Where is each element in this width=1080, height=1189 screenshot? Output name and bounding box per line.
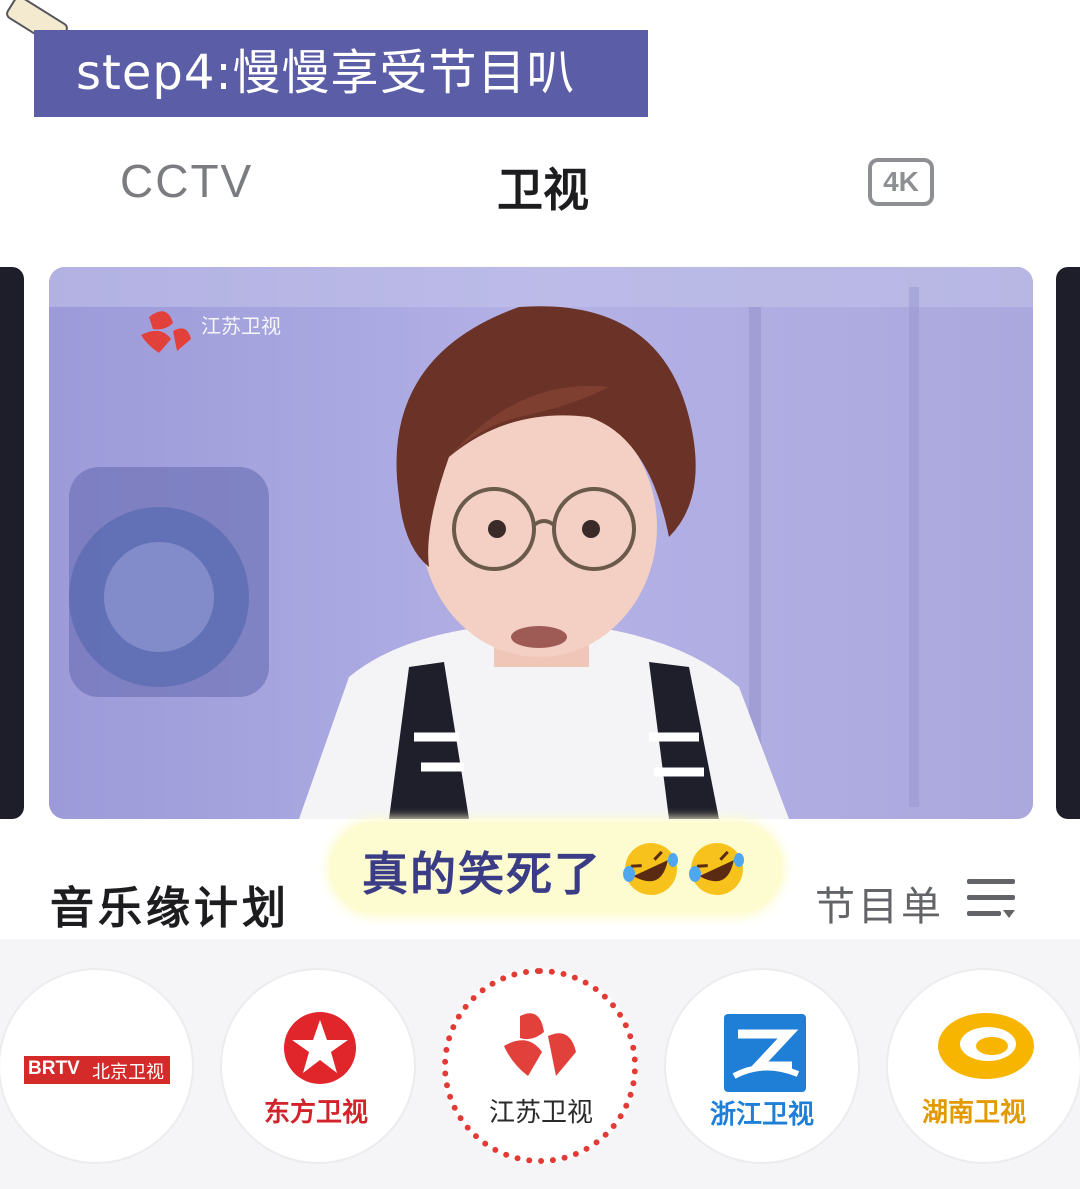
jiangsu-tv-logo-icon [504, 1013, 576, 1076]
prev-video-card[interactable] [0, 267, 24, 819]
dragon-tv-star-icon [284, 1012, 356, 1084]
list-menu-icon[interactable] [965, 875, 1017, 921]
channel-jiangsu[interactable]: 江苏卫视 [442, 968, 638, 1164]
video-frame: 江苏卫视 [49, 267, 1033, 819]
program-title: 音乐缘计划 [50, 883, 290, 934]
hunan-tv-mango-icon [938, 1013, 1034, 1079]
tab-weishi[interactable]: 卫视 [497, 154, 589, 220]
channel-label: 东方卫视 [264, 1098, 369, 1128]
channel-hunan[interactable]: 湖南卫视 [886, 968, 1080, 1164]
tab-cctv[interactable]: CCTV [120, 154, 253, 208]
laughing-emoji-icon [689, 843, 744, 895]
channel-zhejiang[interactable]: 浙江卫视 [664, 968, 860, 1164]
channel-label: 浙江卫视 [710, 1100, 815, 1130]
caption-text: 真的笑死了 [362, 847, 602, 901]
video-player[interactable]: 江苏卫视 [49, 267, 1033, 819]
channel-label: 湖南卫视 [922, 1098, 1027, 1128]
channel-label: 北京卫视 [92, 1062, 164, 1083]
brtv-logo-icon: BRTV 北京卫视 [24, 1056, 170, 1084]
tab-4k[interactable]: 4K [868, 158, 934, 206]
brtv-brand: BRTV [28, 1058, 80, 1079]
schedule-button[interactable]: 节目单 [815, 874, 944, 932]
next-video-card[interactable] [1056, 267, 1080, 819]
channel-category-tabs: CCTV 卫视 4K [0, 140, 1080, 230]
step-banner: step4:慢慢享受节目叭 [34, 30, 648, 117]
laughing-emoji-icon [623, 843, 678, 895]
zhejiang-tv-z-icon [724, 1014, 806, 1092]
channel-beijing[interactable]: BRTV 北京卫视 [0, 968, 194, 1164]
channel-dongfang[interactable]: 东方卫视 [220, 968, 416, 1164]
channel-label: 江苏卫视 [489, 1098, 594, 1128]
video-watermark: 江苏卫视 [201, 314, 281, 338]
